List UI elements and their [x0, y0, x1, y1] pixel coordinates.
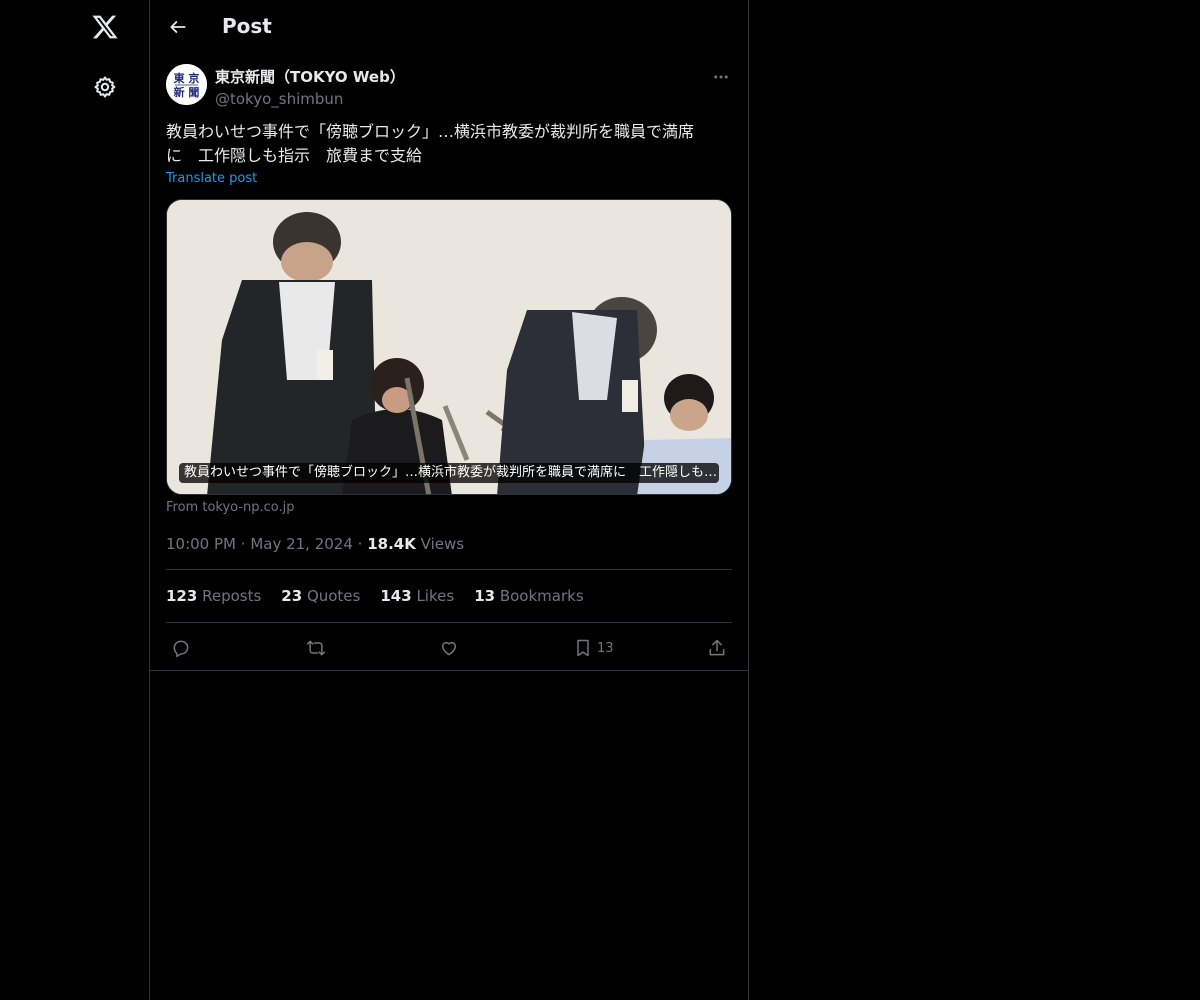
- share-button[interactable]: [707, 636, 727, 660]
- quotes-stat[interactable]: 23 Quotes: [281, 587, 360, 605]
- post-meta: 10:00 PM · May 21, 2024 · 18.4K Views: [166, 535, 464, 553]
- reply-button[interactable]: [171, 636, 191, 660]
- link-card-image[interactable]: 教員わいせつ事件で「傍聴ブロック」…横浜市教委が裁判所を職員で満席に 工作隠しも…: [166, 199, 732, 495]
- reposts-stat[interactable]: 123 Reposts: [166, 587, 261, 605]
- bookmark-button[interactable]: 13: [573, 636, 614, 660]
- author-info: 東京新聞（TOKYO Web） @tokyo_shimbun: [215, 66, 405, 108]
- reply-icon: [173, 640, 189, 658]
- link-source[interactable]: From tokyo-np.co.jp: [166, 500, 295, 515]
- post-date[interactable]: May 21, 2024: [250, 535, 353, 553]
- like-button[interactable]: [439, 636, 459, 660]
- post-text-line: に 工作隠しも指示 旅費まで支給: [166, 146, 423, 165]
- svg-text:新 聞: 新 聞: [174, 85, 200, 99]
- left-rail: [0, 0, 150, 1000]
- bookmarks-label: Bookmarks: [499, 587, 584, 605]
- reposts-count: 123: [166, 587, 198, 605]
- news-photo: [167, 200, 731, 494]
- avatar[interactable]: 東 京 新 聞: [166, 64, 207, 105]
- more-icon: [714, 75, 728, 79]
- author-name[interactable]: 東京新聞（TOKYO Web）: [215, 66, 405, 87]
- link-card-title: 教員わいせつ事件で「傍聴ブロック」…横浜市教委が裁判所を職員で満席に 工作隠しも…: [179, 463, 719, 483]
- bookmarks-stat[interactable]: 13 Bookmarks: [474, 587, 583, 605]
- bookmarks-count: 13: [474, 587, 496, 605]
- post-text: 教員わいせつ事件で「傍聴ブロック」…横浜市教委が裁判所を職員で満席 に 工作隠し…: [166, 120, 732, 168]
- likes-label: Likes: [416, 587, 455, 605]
- post-time[interactable]: 10:00 PM: [166, 535, 236, 553]
- action-bar: 13: [166, 636, 732, 660]
- arrow-left-icon: [170, 21, 186, 33]
- main-column: Post 東 京 新 聞 東京新聞（TOKYO Web） @tokyo_shim…: [149, 0, 749, 1000]
- separator-dot: ·: [240, 535, 251, 553]
- page-header: Post: [150, 0, 748, 54]
- likes-stat[interactable]: 143 Likes: [380, 587, 454, 605]
- more-options-button[interactable]: [710, 66, 732, 88]
- bookmark-icon: [577, 639, 589, 657]
- divider: [166, 622, 732, 623]
- page-title: Post: [222, 14, 272, 38]
- views-label: Views: [420, 535, 465, 553]
- repost-icon: [306, 640, 326, 656]
- svg-text:東 京: 東 京: [174, 71, 200, 85]
- gear-icon[interactable]: [92, 74, 118, 100]
- heart-icon: [442, 641, 456, 656]
- likes-count: 143: [380, 587, 412, 605]
- author-handle[interactable]: @tokyo_shimbun: [215, 90, 405, 108]
- reposts-label: Reposts: [202, 587, 262, 605]
- views-count: 18.4K: [367, 535, 416, 553]
- quotes-count: 23: [281, 587, 303, 605]
- post-bottom-divider: [150, 670, 748, 671]
- engagement-stats: 123 Reposts 23 Quotes 143 Likes 13 Bookm…: [166, 587, 584, 605]
- repost-button[interactable]: [305, 636, 327, 660]
- post-text-line: 教員わいせつ事件で「傍聴ブロック」…横浜市教委が裁判所を職員で満席: [166, 122, 695, 141]
- translate-post-link[interactable]: Translate post: [166, 171, 257, 186]
- separator-dot: ·: [357, 535, 368, 553]
- quotes-label: Quotes: [306, 587, 361, 605]
- x-logo-icon[interactable]: [88, 10, 122, 44]
- bookmark-count: 13: [597, 640, 614, 656]
- back-button[interactable]: [164, 13, 192, 41]
- share-icon: [709, 639, 725, 656]
- divider: [166, 569, 732, 570]
